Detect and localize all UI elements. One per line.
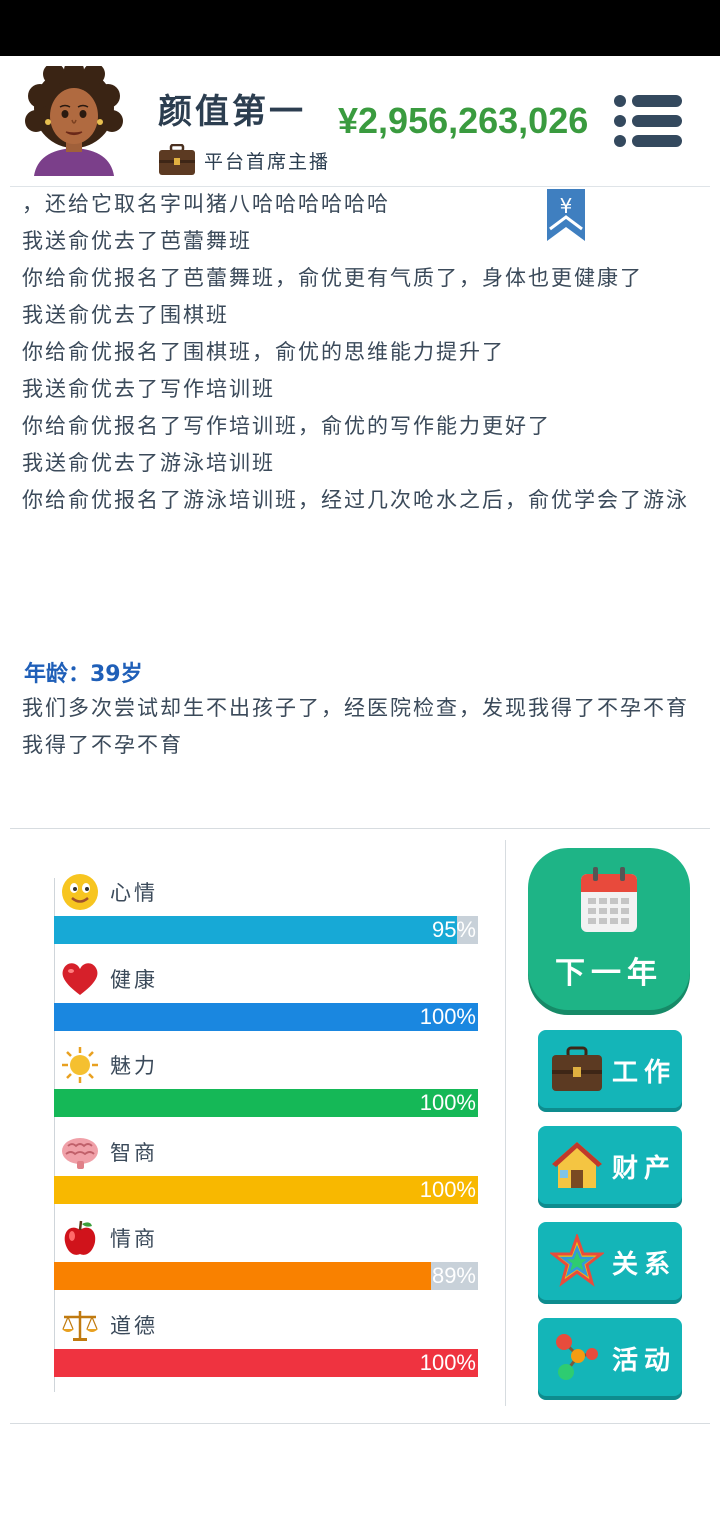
- avatar: [25, 66, 123, 176]
- briefcase-icon: [552, 1046, 602, 1091]
- stat-header: 健康: [60, 959, 158, 999]
- stat-bar-track: 100%: [54, 1175, 478, 1204]
- log-line: 我送俞优去了游泳培训班: [22, 451, 275, 475]
- log-line: 你给俞优报名了写作培训班，俞优的写作能力更好了: [22, 414, 551, 438]
- next-year-button[interactable]: 下一年: [528, 848, 690, 1010]
- stat-value: 100%: [419, 1176, 476, 1202]
- stat-row: 情商 89%: [54, 1214, 478, 1301]
- header-divider: [10, 186, 710, 187]
- stat-row: 智商 100%: [54, 1128, 478, 1215]
- work-button[interactable]: 工作: [538, 1030, 682, 1108]
- stat-label: 心情: [110, 881, 158, 905]
- house-icon: [552, 1142, 602, 1188]
- stat-header: 魅力: [60, 1045, 158, 1085]
- job-title: 平台首席主播: [204, 150, 331, 173]
- stats-panel: 心情 95% 健康 100% 魅力 100% 智商 100% 情商 89% 道德 100%: [54, 868, 478, 1387]
- stat-bar-track: 100%: [54, 1002, 478, 1031]
- next-year-label: 下一年: [555, 956, 663, 991]
- svg-text:¥: ¥: [560, 194, 573, 218]
- stat-bar-fill: [54, 1002, 478, 1031]
- age-label: 年龄：39岁: [24, 662, 143, 687]
- stat-header: 道德: [60, 1305, 158, 1345]
- stat-label: 情商: [110, 1227, 158, 1251]
- event-log: ，还给它取名字叫猪八哈哈哈哈哈哈 我送俞优去了芭蕾舞班你给俞优报名了芭蕾舞班，俞优…: [22, 190, 702, 523]
- stat-label: 魅力: [110, 1054, 158, 1078]
- star-icon: [550, 1234, 604, 1287]
- stat-bar-fill: [54, 1175, 478, 1204]
- stat-bar-fill: [54, 916, 457, 944]
- bottom-divider: [10, 1423, 710, 1424]
- activities-button[interactable]: 活动: [538, 1318, 682, 1396]
- status-bar: [0, 0, 720, 56]
- log-line: ，还给它取名字叫猪八哈哈哈哈哈哈: [22, 192, 390, 216]
- calendar-icon: [581, 867, 637, 932]
- stat-value: 100%: [419, 1003, 476, 1029]
- stat-value: 95%: [431, 917, 476, 942]
- money-display: ¥2,956,263,026: [338, 100, 589, 141]
- log-line: 我得了不孕不育: [22, 733, 183, 757]
- log-line: 你给俞优报名了围棋班，俞优的思维能力提升了: [22, 340, 505, 364]
- stat-bar-track: 95%: [54, 916, 478, 944]
- stat-row: 心情 95%: [54, 868, 478, 955]
- smiley-icon: [60, 872, 100, 912]
- work-label: 工作: [612, 1058, 677, 1088]
- stat-header: 心情: [60, 872, 158, 912]
- header: 颜值第一 ¥2,956,263,026 平台首席主播: [0, 56, 720, 188]
- scales-icon: [60, 1305, 100, 1345]
- stat-bar-track: 89%: [54, 1262, 478, 1290]
- log-line: 我送俞优去了芭蕾舞班: [22, 229, 252, 253]
- stat-row: 健康 100%: [54, 955, 478, 1042]
- stat-row: 魅力 100%: [54, 1041, 478, 1128]
- log-line: 我送俞优去了围棋班: [22, 303, 229, 327]
- stat-bar-fill: [54, 1262, 432, 1290]
- assets-button[interactable]: 财产: [538, 1126, 682, 1204]
- column-divider: [505, 840, 506, 1406]
- sun-icon: [60, 1045, 100, 1085]
- log-line: 我送俞优去了写作培训班: [22, 377, 275, 401]
- job-row: 平台首席主播: [158, 144, 330, 176]
- event-log-current: 我们多次尝试却生不出孩子了，经医院检查，发现我得了不孕不育 我得了不孕不育: [22, 694, 702, 768]
- stat-label: 健康: [110, 967, 158, 992]
- stat-bar-fill: [54, 1089, 478, 1117]
- menu-icon[interactable]: [612, 94, 684, 148]
- player-name: 颜值第一: [158, 92, 306, 132]
- stat-label: 道德: [110, 1313, 158, 1338]
- assets-label: 财产: [612, 1154, 677, 1184]
- apple-icon: [60, 1218, 100, 1258]
- heart-icon: [60, 959, 100, 999]
- section-divider: [10, 828, 710, 829]
- relations-button[interactable]: 关系: [538, 1222, 682, 1300]
- log-line: 你给俞优报名了游泳培训班，经过几次呛水之后，俞优学会了游泳: [22, 488, 689, 512]
- stat-row: 道德 100%: [54, 1301, 478, 1388]
- stat-bar-track: 100%: [54, 1089, 478, 1117]
- stat-header: 情商: [60, 1218, 158, 1258]
- log-line: 你给俞优报名了芭蕾舞班，俞优更有气质了，身体也更健康了: [22, 266, 643, 290]
- stat-bar-fill: [54, 1348, 478, 1377]
- stat-bar-track: 100%: [54, 1348, 478, 1377]
- briefcase-icon: [159, 144, 195, 175]
- stat-header: 智商: [60, 1132, 158, 1172]
- stat-value: 100%: [419, 1349, 476, 1375]
- stat-value: 89%: [431, 1263, 476, 1288]
- relations-label: 关系: [612, 1250, 677, 1280]
- stat-value: 100%: [419, 1090, 476, 1115]
- stat-label: 智商: [110, 1140, 158, 1165]
- yen-bookmark-icon[interactable]: ¥: [547, 189, 585, 241]
- log-line: 我们多次尝试却生不出孩子了，经医院检查，发现我得了不孕不育: [22, 696, 689, 720]
- molecule-icon: [556, 1334, 598, 1380]
- brain-icon: [60, 1132, 100, 1172]
- activities-label: 活动: [612, 1346, 677, 1376]
